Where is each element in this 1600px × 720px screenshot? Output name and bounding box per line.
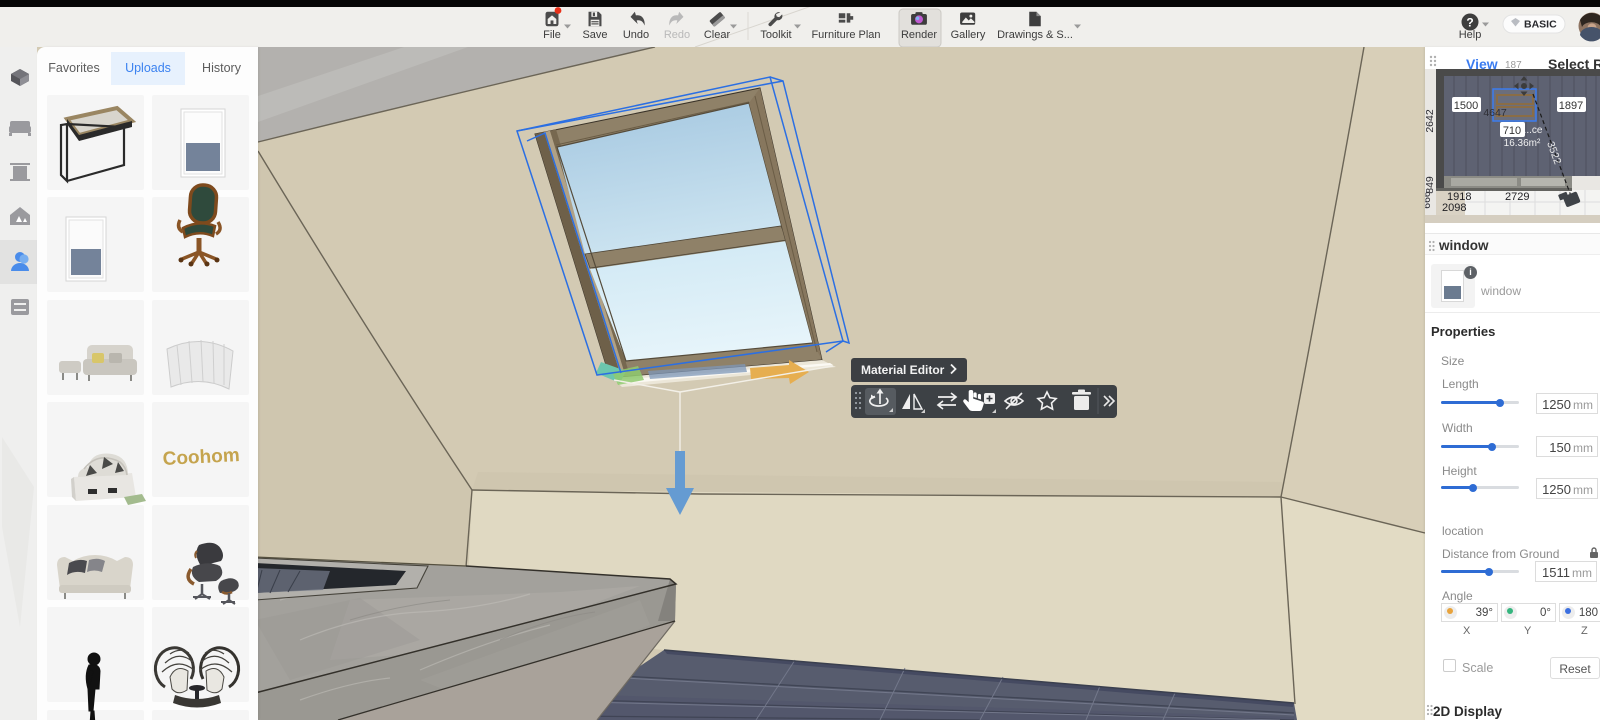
svg-text:666: 666: [1425, 191, 1433, 209]
svg-text:16.36m²: 16.36m²: [1504, 138, 1541, 149]
svg-text:4647: 4647: [1483, 107, 1507, 119]
svg-text:1500: 1500: [1454, 100, 1478, 112]
svg-text:Coohom: Coohom: [162, 445, 240, 470]
svg-text:...ce: ...ce: [1524, 125, 1543, 136]
svg-text:Material Editor: Material Editor: [861, 363, 945, 377]
svg-text:BASIC: BASIC: [1524, 19, 1557, 31]
svg-text:710: 710: [1503, 125, 1521, 137]
svg-text:1897: 1897: [1559, 100, 1583, 112]
svg-text:2642: 2642: [1425, 109, 1436, 133]
svg-text:2729: 2729: [1505, 191, 1529, 203]
svg-text:849: 849: [1425, 176, 1436, 194]
svg-text:2098: 2098: [1442, 202, 1466, 214]
